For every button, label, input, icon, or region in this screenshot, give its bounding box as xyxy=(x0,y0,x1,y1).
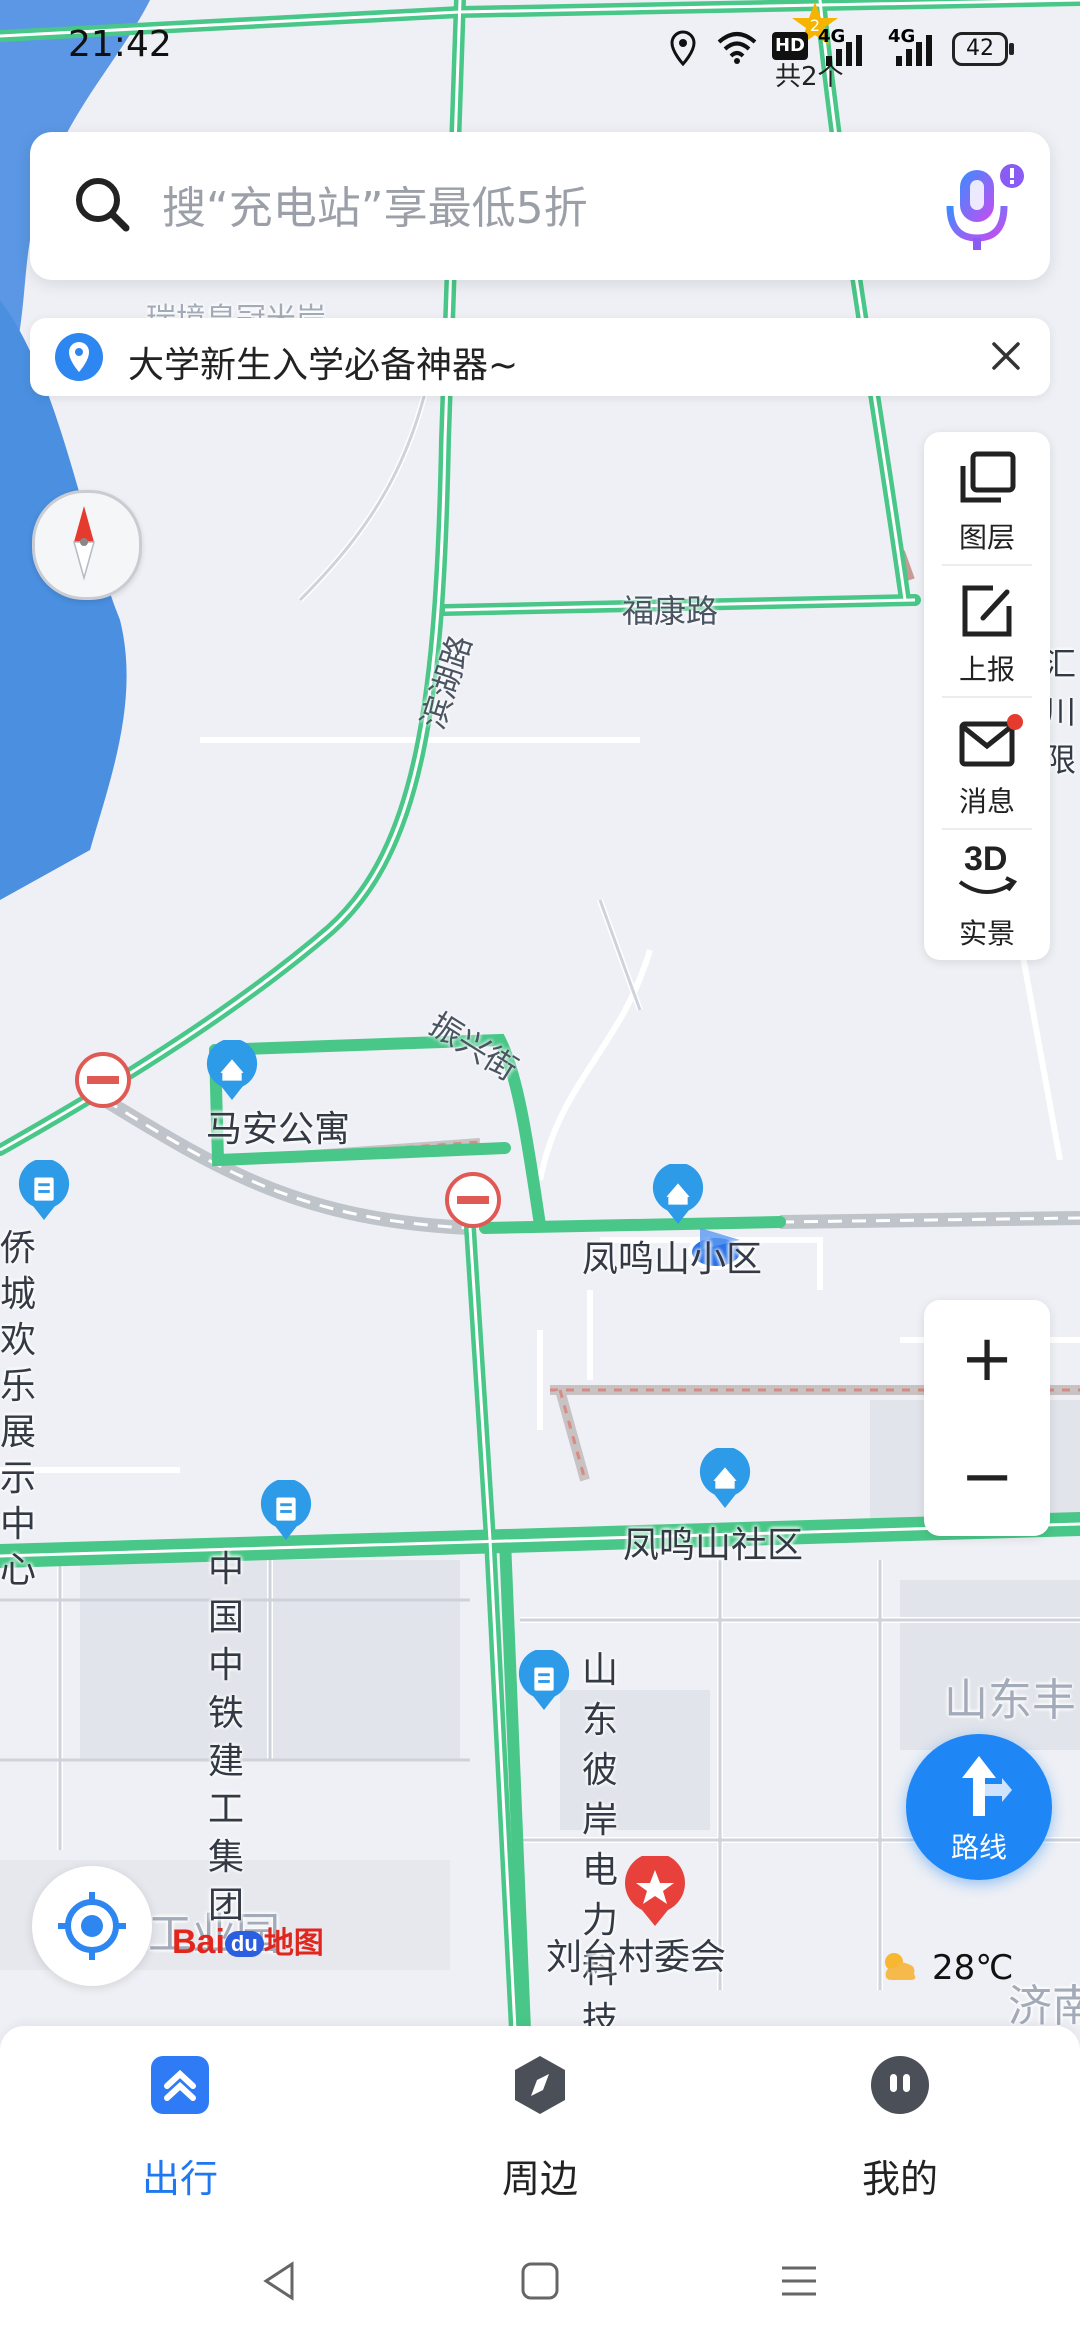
mail-icon xyxy=(959,714,1023,767)
weather-temp: 28℃ xyxy=(932,1948,1014,1988)
tool-report[interactable]: 上报 xyxy=(924,564,1050,696)
zoom-in-button[interactable]: + xyxy=(924,1300,1050,1418)
compass-nearby-icon xyxy=(515,2056,565,2114)
hd-icon: HD xyxy=(772,32,808,60)
office-pin-icon xyxy=(518,1650,570,1710)
poi-label: 中国中铁 建工集团 xyxy=(208,1549,245,1926)
tool-label: 消息 xyxy=(958,785,1015,818)
back-icon[interactable] xyxy=(256,2256,306,2306)
office-pin-icon xyxy=(18,1160,70,1220)
tool-layers[interactable]: 图层 xyxy=(924,432,1050,564)
nav-travel[interactable]: 出行 xyxy=(70,2054,290,2201)
compass-icon xyxy=(73,506,95,581)
wifi-icon xyxy=(717,32,757,64)
layers-icon xyxy=(960,451,1016,503)
tool-messages[interactable]: 消息 xyxy=(924,696,1050,828)
report-edit-icon xyxy=(962,585,1012,637)
map-tools-panel: 图层 上报 消息 3D 实景 xyxy=(924,432,1050,960)
battery-indicator: 42 xyxy=(952,32,1014,66)
logo-suffix: 地图 xyxy=(263,1927,324,1960)
hd-label: HD xyxy=(774,35,805,56)
road-label-fukang: 福康路 xyxy=(622,592,719,630)
bottom-nav: 出行 周边 我的 xyxy=(0,2026,1080,2226)
building-pin-icon xyxy=(699,1448,751,1508)
tool-label: 图层 xyxy=(958,521,1015,554)
profile-icon xyxy=(871,2056,929,2114)
locate-crosshair-icon xyxy=(58,1892,126,1960)
status-time: 21:42 xyxy=(68,24,172,65)
faded-label-jinan: 济南 xyxy=(1008,1981,1080,2032)
system-navigation-bar xyxy=(0,2226,1080,2340)
notice-text: 大学新生入学必备神器~ xyxy=(128,345,519,386)
compass-button[interactable] xyxy=(32,490,142,600)
building-pin-icon xyxy=(206,1040,258,1100)
3d-view-icon: 3D xyxy=(954,840,1020,900)
tool-label: 实景 xyxy=(958,917,1015,950)
baidu-map-logo: Bai du 地图 xyxy=(172,1918,324,1962)
route-arrow-icon xyxy=(962,1756,1012,1816)
3d-icon-text: 3D xyxy=(964,840,1008,878)
close-icon[interactable] xyxy=(988,338,1024,374)
tool-3d[interactable]: 3D 实景 xyxy=(924,828,1050,960)
poi-label: 刘台村委会 xyxy=(546,1937,727,1978)
building-pin-icon xyxy=(652,1164,704,1224)
logo-bai: Bai xyxy=(172,1923,225,1961)
locate-button[interactable] xyxy=(32,1866,152,1986)
microphone-icon[interactable] xyxy=(930,162,1030,262)
poi-label: 凤鸣山社区 xyxy=(623,1525,804,1566)
poi-label: 凤鸣山小区 xyxy=(582,1239,763,1280)
location-icon xyxy=(670,30,696,66)
home-icon[interactable] xyxy=(515,2256,565,2306)
nav-label: 周边 xyxy=(501,2157,578,2201)
travel-icon xyxy=(151,2056,209,2114)
star-pin-icon xyxy=(625,1852,685,1926)
logo-paw-icon: du xyxy=(224,1931,264,1958)
tool-label: 上报 xyxy=(958,653,1015,686)
recent-apps-icon[interactable] xyxy=(774,2256,824,2306)
faded-label-shandong: 山东丰 xyxy=(944,1675,1076,1726)
nav-profile[interactable]: 我的 xyxy=(790,2054,1010,2201)
route-label: 路线 xyxy=(950,1831,1007,1864)
zoom-control: + − xyxy=(924,1300,1050,1536)
poi-liutai-village[interactable]: 刘台村委会 xyxy=(546,1852,726,1978)
notice-banner[interactable]: 大学新生入学必备神器~ xyxy=(30,318,1050,396)
partly-cloudy-icon xyxy=(885,1953,916,1980)
location-pin-icon xyxy=(55,333,103,381)
poi-label: 马安公寓 xyxy=(206,1109,351,1150)
office-pin-icon xyxy=(260,1480,312,1540)
nav-label: 出行 xyxy=(141,2157,218,2201)
logo-du: du xyxy=(230,1931,258,1957)
search-icon xyxy=(76,178,130,232)
zoom-out-button[interactable]: − xyxy=(924,1418,1050,1536)
route-button[interactable]: 路线 xyxy=(906,1734,1052,1880)
status-bar: 21:42 2 共2个 HD 4G 4G 42 xyxy=(0,0,1080,100)
poi-label: 侨城欢乐 展示中心 xyxy=(0,1228,37,1591)
nav-label: 我的 xyxy=(861,2157,938,2201)
nav-nearby[interactable]: 周边 xyxy=(430,2054,650,2201)
search-bar[interactable] xyxy=(30,132,1050,280)
search-input[interactable] xyxy=(160,172,864,244)
